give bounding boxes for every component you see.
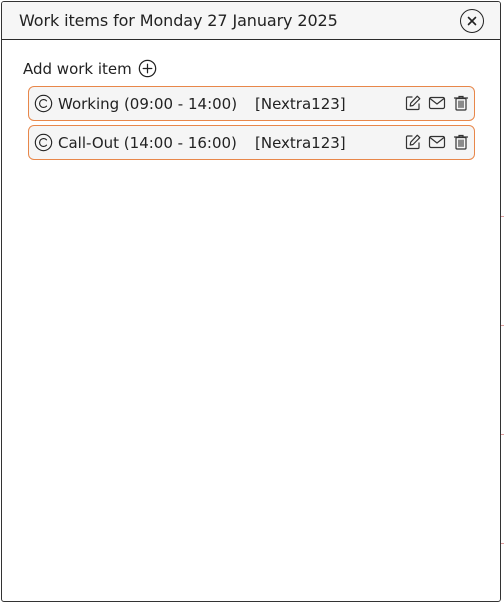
dialog-title: Work items for Monday 27 January 2025 [19, 11, 338, 30]
work-item-actions [404, 94, 470, 112]
work-item-row[interactable]: Working (09:00 - 14:00) [Nextra123] [28, 86, 475, 121]
work-item-label: Working (09:00 - 14:00) [58, 94, 238, 113]
plus-circle-icon[interactable] [138, 59, 157, 78]
copyright-circle-icon [34, 133, 53, 152]
work-item-reference: [Nextra123] [255, 95, 346, 113]
copyright-circle-icon [34, 94, 53, 113]
edit-icon[interactable] [404, 94, 422, 112]
work-items-dialog: Work items for Monday 27 January 2025 Ad… [1, 1, 501, 602]
work-items-list: Working (09:00 - 14:00) [Nextra123] Call… [28, 86, 475, 160]
work-item-row[interactable]: Call-Out (14:00 - 16:00) [Nextra123] [28, 125, 475, 160]
add-work-item-label: Add work item [23, 59, 132, 78]
trash-icon[interactable] [452, 133, 470, 151]
mail-icon[interactable] [428, 94, 446, 112]
edit-icon[interactable] [404, 133, 422, 151]
mail-icon[interactable] [428, 133, 446, 151]
work-item-label: Call-Out (14:00 - 16:00) [58, 133, 237, 152]
close-icon [467, 16, 477, 25]
close-button[interactable] [460, 8, 484, 33]
work-item-actions [404, 133, 470, 151]
dialog-header: Work items for Monday 27 January 2025 [2, 2, 500, 40]
trash-icon[interactable] [452, 94, 470, 112]
work-item-reference: [Nextra123] [255, 134, 346, 152]
add-work-item-button[interactable]: Add work item [23, 59, 157, 78]
dialog-body: Add work item Working (09:00 - 14:00) [N… [2, 40, 500, 160]
